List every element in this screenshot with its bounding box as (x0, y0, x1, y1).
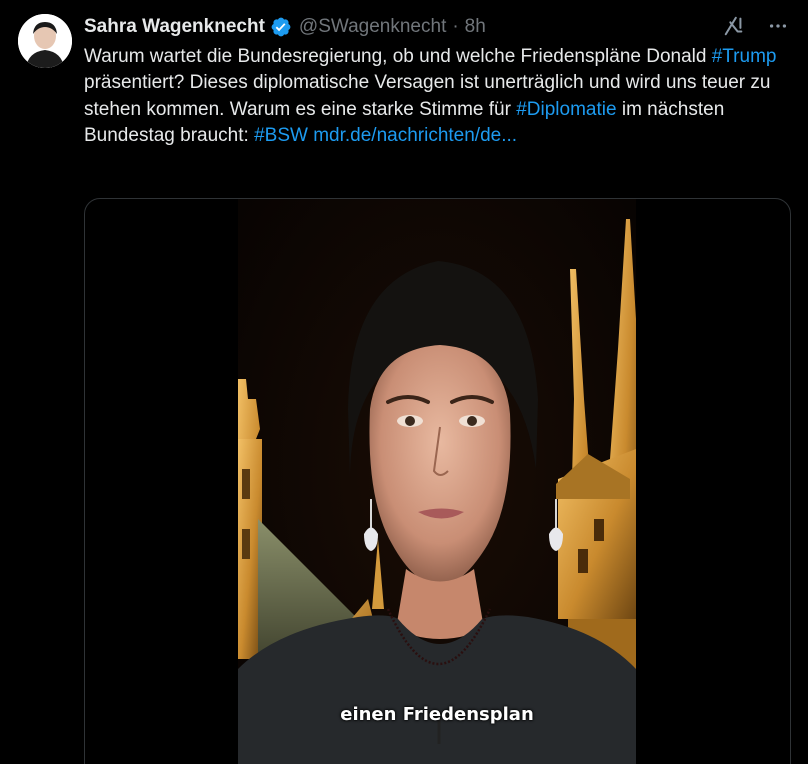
tweet-card[interactable]: Sahra Wagenknecht @SWagenknecht · 8h War… (0, 0, 808, 764)
avatar-image (18, 14, 72, 68)
video-caption: einen Friedensplan (340, 704, 534, 725)
more-icon[interactable] (766, 14, 790, 38)
external-link[interactable]: mdr.de/nachrichten/de... (313, 125, 517, 146)
verified-badge-icon[interactable] (270, 16, 292, 38)
video-frame[interactable]: einen Friedensplan (238, 199, 636, 764)
video-still (238, 199, 636, 764)
hashtag-trump-link[interactable]: #Trump (712, 46, 777, 67)
video-player[interactable]: einen Friedensplan (84, 198, 791, 764)
author-handle[interactable]: @SWagenknecht (299, 16, 446, 38)
tweet-actions-top (722, 14, 790, 38)
tweet-text: Warum wartet die Bundesregierung, ob und… (84, 44, 784, 150)
header-separator: · (452, 16, 459, 37)
hashtag-diplomatie-link[interactable]: #Diplomatie (516, 99, 616, 120)
avatar[interactable] (18, 14, 72, 68)
tweet-text-part: Warum wartet die Bundesregierung, ob und… (84, 46, 712, 67)
grok-icon[interactable] (722, 14, 746, 38)
author-display-name[interactable]: Sahra Wagenknecht (84, 16, 265, 38)
hashtag-bsw-link[interactable]: #BSW (254, 125, 308, 146)
tweet-timestamp[interactable]: 8h (465, 16, 486, 38)
tweet-header: Sahra Wagenknecht @SWagenknecht · 8h (84, 14, 486, 40)
